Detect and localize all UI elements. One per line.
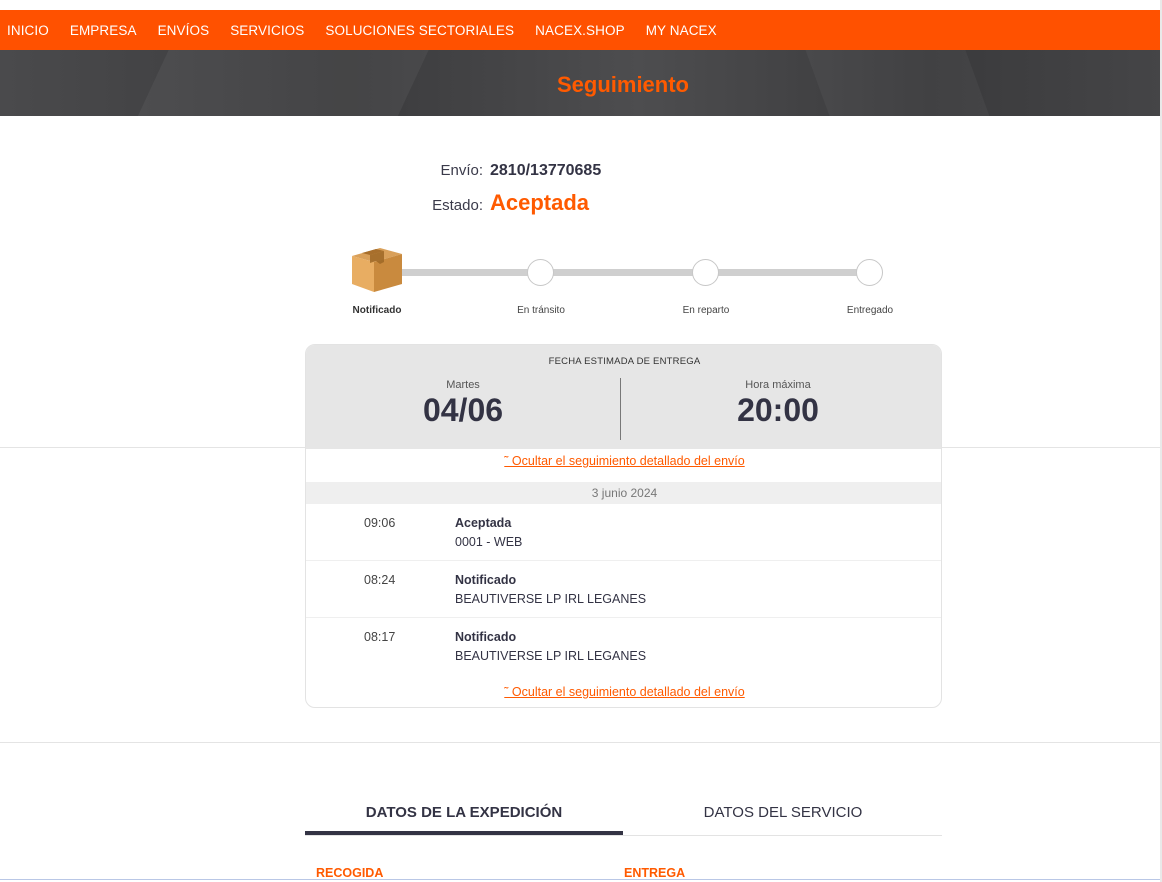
delivery-day-label: Martes: [446, 379, 480, 391]
estimated-delivery-title: FECHA ESTIMADA DE ENTREGA: [548, 356, 701, 367]
step-label-en-transito: En tránsito: [517, 305, 565, 316]
main-nav: INICIO EMPRESA ENVÍOS SERVICIOS SOLUCION…: [0, 10, 1162, 50]
estado-row: Estado: Aceptada: [0, 190, 589, 216]
history-event: 08:24 Notificado BEAUTIVERSE LP IRL LEGA…: [306, 561, 941, 618]
event-location: BEAUTIVERSE LP IRL LEGANES: [455, 592, 647, 606]
event-time: 08:17: [364, 630, 396, 644]
section-entrega-heading: ENTREGA: [624, 866, 686, 880]
event-location: 0001 - WEB: [455, 535, 523, 549]
estimated-delivery-panel: FECHA ESTIMADA DE ENTREGA Martes 04/06 H…: [306, 345, 941, 449]
delivery-time: 20:00: [737, 392, 819, 428]
step-dot-en-reparto: [692, 259, 719, 286]
tab-datos-servicio[interactable]: DATOS DEL SERVICIO: [624, 796, 942, 836]
nav-item-my-nacex[interactable]: MY NACEX: [646, 23, 717, 38]
delivery-date-column: Martes 04/06: [306, 379, 620, 429]
delivery-time-label: Hora máxima: [745, 379, 811, 391]
tab-datos-expedicion[interactable]: DATOS DE LA EXPEDICIÓN: [305, 796, 623, 836]
step-dot-en-transito: [527, 259, 554, 286]
delivery-time-column: Hora máxima 20:00: [621, 379, 935, 429]
hide-tracking-link-top[interactable]: ˜ Ocultar el seguimiento detallado del e…: [306, 454, 941, 468]
details-tabs: DATOS DE LA EXPEDICIÓN DATOS DEL SERVICI…: [305, 796, 942, 836]
hero-banner: Seguimiento: [0, 50, 1162, 116]
event-status: Aceptada: [455, 516, 512, 530]
package-box-icon: [352, 248, 402, 292]
event-time: 08:24: [364, 573, 396, 587]
step-label-notificado: Notificado: [352, 305, 402, 316]
viewport-edge-line: [0, 879, 1162, 880]
history-event: 08:17 Notificado BEAUTIVERSE LP IRL LEGA…: [306, 618, 941, 675]
delivery-card: FECHA ESTIMADA DE ENTREGA Martes 04/06 H…: [305, 344, 942, 708]
tracker-line: [378, 269, 870, 276]
divider: [0, 742, 1162, 743]
envio-row: Envío: 2810/13770685: [0, 162, 601, 180]
envio-number: 2810/13770685: [490, 162, 602, 179]
nav-item-nacex-shop[interactable]: NACEX.SHOP: [535, 23, 625, 38]
envio-label: Envío:: [440, 162, 483, 179]
top-spacer: [0, 0, 1162, 10]
event-status: Notificado: [455, 630, 517, 644]
section-recogida-heading: RECOGIDA: [316, 866, 384, 880]
nav-item-envios[interactable]: ENVÍOS: [158, 23, 210, 38]
nav-item-servicios[interactable]: SERVICIOS: [230, 23, 304, 38]
hide-tracking-link-bottom[interactable]: ˜ Ocultar el seguimiento detallado del e…: [306, 685, 941, 699]
history-date-header: 3 junio 2024: [306, 482, 941, 504]
history-event: 09:06 Aceptada 0001 - WEB: [306, 504, 941, 561]
estado-label: Estado:: [432, 197, 483, 214]
nav-item-soluciones-sectoriales[interactable]: SOLUCIONES SECTORIALES: [325, 23, 514, 38]
delivery-date: 04/06: [422, 392, 504, 428]
page-title: Seguimiento: [556, 72, 689, 97]
event-location: BEAUTIVERSE LP IRL LEGANES: [455, 649, 647, 663]
estado-value: Aceptada: [490, 190, 590, 215]
status-tracker: Notificado En tránsito En reparto Entreg…: [340, 240, 900, 330]
step-dot-entregado: [856, 259, 883, 286]
step-label-en-reparto: En reparto: [682, 305, 730, 316]
active-tab-indicator: [305, 831, 623, 835]
event-time: 09:06: [364, 516, 396, 530]
nav-item-empresa[interactable]: EMPRESA: [70, 23, 137, 38]
event-status: Notificado: [455, 573, 517, 587]
step-label-entregado: Entregado: [846, 305, 894, 316]
nav-item-inicio[interactable]: INICIO: [7, 23, 49, 38]
